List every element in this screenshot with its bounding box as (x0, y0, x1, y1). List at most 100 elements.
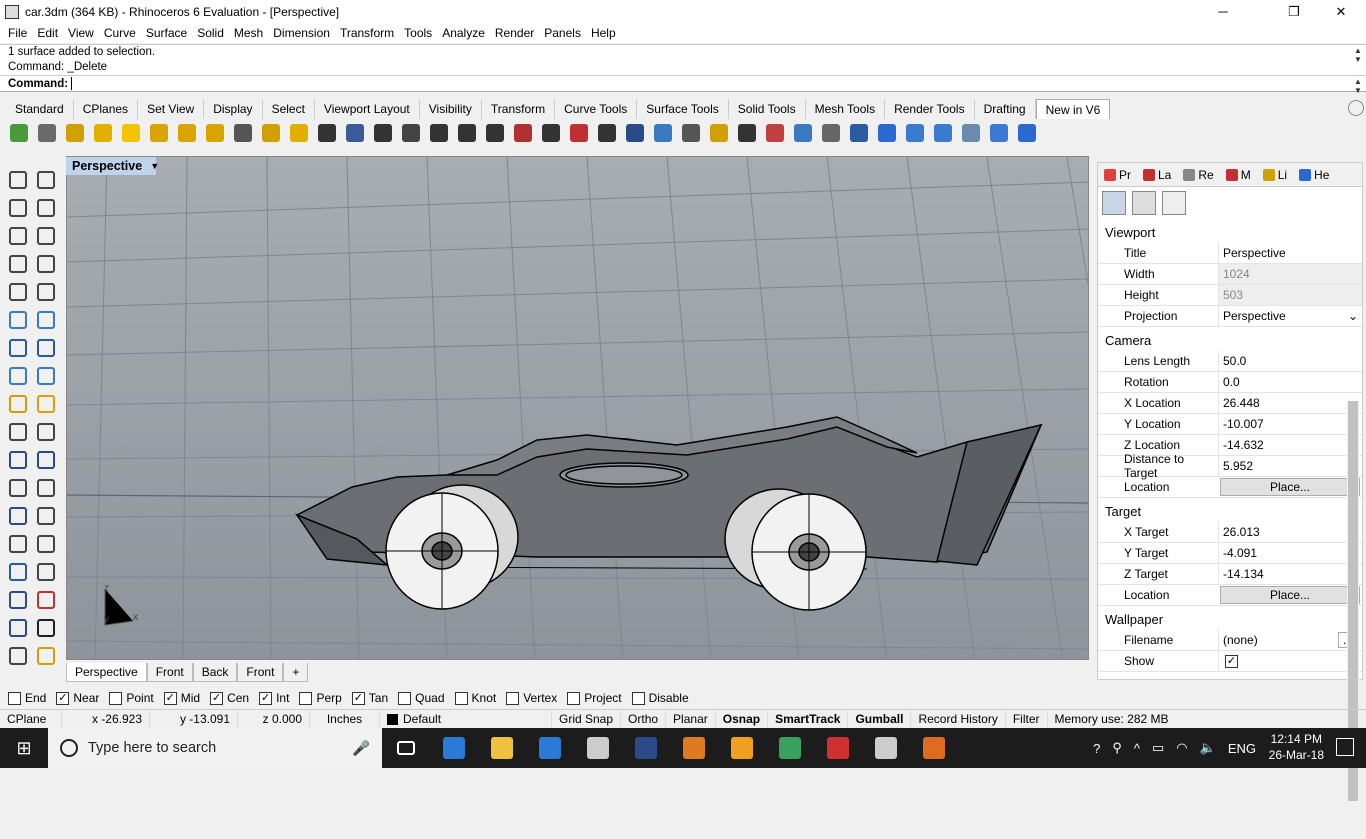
panel-tab-la[interactable]: La (1137, 168, 1177, 182)
tab-curve-tools[interactable]: Curve Tools (555, 99, 638, 119)
left-tool-button[interactable] (32, 222, 60, 250)
property-value[interactable]: ✓ (1218, 651, 1362, 671)
taskbar-app-button[interactable] (718, 728, 766, 768)
osnap-cen[interactable]: ✓ Cen (210, 691, 249, 705)
left-tool-button[interactable] (32, 530, 60, 558)
toolbar-button[interactable] (510, 120, 536, 146)
osnap-checkbox[interactable] (631, 691, 645, 705)
viewport-title[interactable]: Perspective ▼ (66, 157, 159, 175)
panel-tab-m[interactable]: M (1220, 168, 1257, 182)
toolbar-button[interactable] (650, 120, 676, 146)
property-value[interactable]: -10.007 (1218, 414, 1362, 434)
taskbar-app-button[interactable] (478, 728, 526, 768)
status-toggle-osnap[interactable]: Osnap (716, 709, 769, 729)
panel-scrollbar[interactable] (1347, 401, 1359, 839)
menu-item-dimension[interactable]: Dimension (269, 26, 336, 40)
toolbar-button[interactable] (314, 120, 340, 146)
cplane-indicator[interactable]: CPlane (0, 709, 62, 729)
property-value[interactable]: -4.091 (1218, 543, 1362, 563)
menu-item-panels[interactable]: Panels (540, 26, 587, 40)
property-value[interactable]: -14.632 (1218, 435, 1362, 455)
osnap-tan[interactable]: ✓ Tan (351, 691, 388, 705)
toolbar-button[interactable] (482, 120, 508, 146)
osnap-near[interactable]: ✓ Near (56, 691, 99, 705)
osnap-quad[interactable]: Quad (398, 691, 445, 705)
tab-select[interactable]: Select (263, 99, 315, 119)
osnap-checkbox[interactable] (506, 691, 520, 705)
toolbar-button[interactable] (202, 120, 228, 146)
taskbar-clock[interactable]: 12:14 PM 26-Mar-18 (1269, 731, 1324, 763)
left-tool-button[interactable] (32, 642, 60, 670)
toolbar-button[interactable] (90, 120, 116, 146)
toolbar-button[interactable] (678, 120, 704, 146)
toolbar-button[interactable] (902, 120, 928, 146)
property-value[interactable]: Perspective ⌄ (1218, 306, 1362, 326)
osnap-checkbox[interactable]: ✓ (56, 691, 70, 705)
toolbar-button[interactable] (426, 120, 452, 146)
left-tool-button[interactable] (4, 586, 32, 614)
tab-solid-tools[interactable]: Solid Tools (729, 99, 806, 119)
osnap-checkbox[interactable] (567, 691, 581, 705)
toolbar-button[interactable] (454, 120, 480, 146)
command-line[interactable]: Command: (0, 75, 1366, 92)
property-value[interactable]: Perspective (1218, 243, 1362, 263)
osnap-checkbox[interactable]: ✓ (163, 691, 177, 705)
taskbar-app-button[interactable] (910, 728, 958, 768)
tray-item[interactable]: ◠ (1176, 740, 1187, 756)
left-tool-button[interactable] (32, 474, 60, 502)
osnap-disable[interactable]: Disable (631, 691, 689, 705)
tab-new-in-v6[interactable]: New in V6 (1035, 99, 1111, 119)
menu-item-mesh[interactable]: Mesh (230, 26, 269, 40)
taskbar-app-button[interactable] (526, 728, 574, 768)
property-value[interactable]: 26.013 (1218, 522, 1362, 542)
left-tool-button[interactable] (32, 502, 60, 530)
toolbar-button[interactable] (762, 120, 788, 146)
osnap-knot[interactable]: Knot (454, 691, 496, 705)
tab-standard[interactable]: Standard (6, 99, 74, 119)
status-toggle-smarttrack[interactable]: SmartTrack (768, 709, 849, 729)
property-value[interactable]: 5.952 (1218, 456, 1362, 476)
taskbar-app-button[interactable] (430, 728, 478, 768)
toolbar-button[interactable] (370, 120, 396, 146)
toolbar-button[interactable] (930, 120, 956, 146)
left-tool-button[interactable] (4, 446, 32, 474)
units-indicator[interactable]: Inches (310, 709, 380, 729)
menu-item-analyze[interactable]: Analyze (438, 26, 491, 40)
tray-item[interactable]: ? (1093, 741, 1100, 756)
left-tool-button[interactable] (4, 278, 32, 306)
toolbar-button[interactable] (986, 120, 1012, 146)
osnap-point[interactable]: Point (109, 691, 154, 705)
menu-item-solid[interactable]: Solid (193, 26, 230, 40)
status-toggle-record-history[interactable]: Record History (911, 709, 1006, 729)
property-value[interactable]: 26.448 (1218, 393, 1362, 413)
osnap-checkbox[interactable]: ✓ (259, 691, 273, 705)
status-toggle-grid-snap[interactable]: Grid Snap (552, 709, 622, 729)
tab-render-tools[interactable]: Render Tools (885, 99, 975, 119)
panel-tab-pr[interactable]: Pr (1098, 168, 1137, 182)
toolbar-settings-gear-icon[interactable] (1348, 100, 1364, 116)
left-tool-button[interactable] (32, 586, 60, 614)
status-toggle-planar[interactable]: Planar (666, 709, 716, 729)
place-button[interactable]: Place... (1220, 478, 1360, 496)
toolbar-button[interactable] (62, 120, 88, 146)
taskbar-app-button[interactable] (766, 728, 814, 768)
left-tool-button[interactable] (32, 390, 60, 418)
tab-transform[interactable]: Transform (482, 99, 556, 119)
tab-cplanes[interactable]: CPlanes (74, 99, 139, 119)
left-tool-button[interactable] (4, 194, 32, 222)
osnap-checkbox[interactable] (299, 691, 313, 705)
menu-item-help[interactable]: Help (587, 26, 622, 40)
perspective-viewport[interactable] (66, 156, 1089, 660)
toolbar-button[interactable] (538, 120, 564, 146)
toolbar-button[interactable] (174, 120, 200, 146)
viewport-scene[interactable] (67, 157, 1089, 660)
tab-surface-tools[interactable]: Surface Tools (637, 99, 729, 119)
menu-item-render[interactable]: Render (491, 26, 540, 40)
osnap-checkbox[interactable] (109, 691, 123, 705)
tray-item[interactable]: ^ (1134, 741, 1140, 756)
taskbar-app-button[interactable] (382, 728, 430, 768)
tray-item[interactable]: 🔈 (1200, 740, 1216, 756)
left-tool-button[interactable] (4, 390, 32, 418)
tab-visibility[interactable]: Visibility (420, 99, 482, 119)
toolbar-button[interactable] (6, 120, 32, 146)
